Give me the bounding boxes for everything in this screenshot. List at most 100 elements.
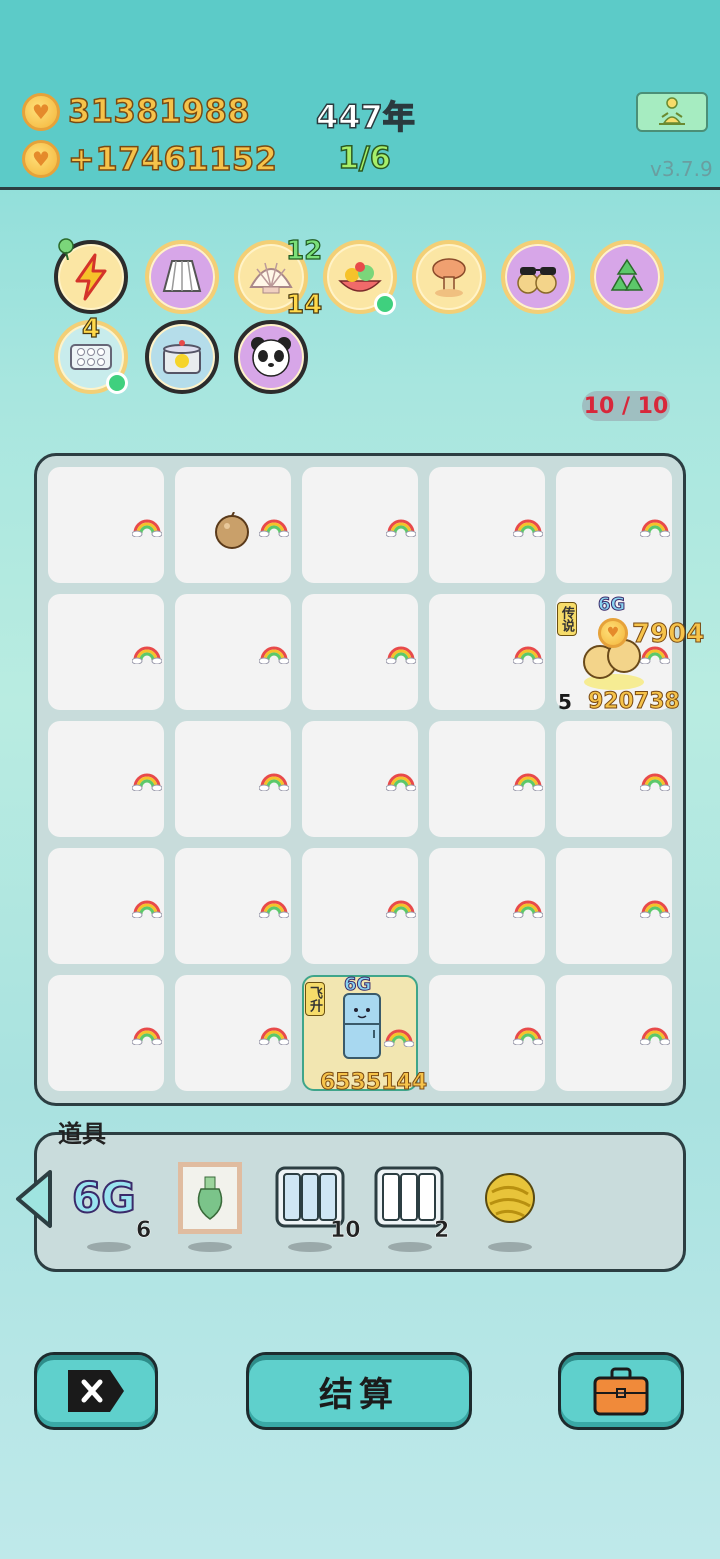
board-cell[interactable]	[429, 721, 545, 837]
rainbow-icon	[131, 515, 163, 538]
coins-total: 31381988	[67, 91, 251, 131]
fridge-value: 6535144	[319, 1070, 428, 1096]
skirt-icon	[162, 260, 202, 292]
delete-icon	[68, 1370, 124, 1412]
mushroom-skill[interactable]	[412, 240, 486, 314]
board-cell[interactable]	[48, 848, 164, 964]
recycle-skill[interactable]	[590, 240, 664, 314]
sunglasses-fruit-icon	[517, 267, 557, 294]
rainbow-icon	[258, 896, 290, 919]
board-cell[interactable]	[429, 594, 545, 710]
income-coin-icon: ♥	[22, 140, 60, 178]
tray-count: 4	[81, 313, 101, 344]
close-button[interactable]	[34, 1352, 158, 1430]
board-cell[interactable]	[556, 467, 672, 583]
board-cell[interactable]	[556, 975, 672, 1091]
6g-item-shadow	[87, 1242, 131, 1252]
recycle-icon	[610, 258, 644, 291]
slots-item-count: 2	[434, 1218, 450, 1244]
legend-level: 5	[558, 690, 572, 714]
rainbow-icon	[258, 642, 290, 665]
pin-icon	[58, 238, 74, 260]
board-capacity-counter: 10 / 10	[582, 391, 670, 421]
shell-bottom-count: 14	[285, 289, 323, 320]
rainbow-icon	[639, 515, 671, 538]
top-bar: ♥ 31381988 ♥ +17461152 447年 1/6 v3.7.9	[0, 0, 720, 190]
board-cell[interactable]	[175, 594, 291, 710]
fridge-icon[interactable]	[338, 992, 386, 1062]
fridge-tag: 飞升	[305, 982, 325, 1016]
income-rate: +17461152	[67, 139, 278, 179]
rainbow-icon	[131, 896, 163, 919]
rainbow-icon	[383, 1025, 415, 1048]
board-cell[interactable]	[429, 467, 545, 583]
rainbow-icon	[385, 642, 417, 665]
board-cell[interactable]	[175, 848, 291, 964]
rainbow-icon	[639, 896, 671, 919]
rainbow-icon	[639, 1023, 671, 1046]
rainbow-icon	[512, 1023, 544, 1046]
version-label: v3.7.9	[650, 157, 713, 181]
briefcase-icon	[593, 1367, 649, 1416]
rainbow-icon	[512, 642, 544, 665]
board-cell[interactable]	[48, 721, 164, 837]
panda-skill[interactable]	[234, 320, 308, 394]
rainbow-icon	[385, 896, 417, 919]
rainbow-icon	[385, 515, 417, 538]
egg-tray-icon	[70, 344, 112, 370]
lightning-icon	[75, 253, 107, 301]
briefcase-button[interactable]	[558, 1352, 684, 1430]
board-cell[interactable]	[429, 975, 545, 1091]
meditate-icon	[659, 97, 685, 125]
stage-progress: 1/6	[337, 140, 391, 177]
year-label: 447年	[315, 97, 415, 137]
rainbow-icon	[258, 1023, 290, 1046]
board-cell[interactable]	[556, 721, 672, 837]
board-cell[interactable]	[302, 721, 418, 837]
rainbow-icon	[258, 515, 290, 538]
board-cell[interactable]	[48, 975, 164, 1091]
rainbow-icon	[512, 515, 544, 538]
6g-item-count: 6	[136, 1218, 152, 1244]
bottles-item-count: 10	[330, 1218, 361, 1244]
slots-item-shadow	[388, 1242, 432, 1252]
rainbow-icon	[385, 769, 417, 792]
rainbow-icon	[639, 769, 671, 792]
gold-orb-item[interactable]	[484, 1172, 536, 1224]
meditate-button[interactable]	[636, 92, 708, 132]
board-cell[interactable]	[175, 721, 291, 837]
legend-tag: 传说	[557, 602, 577, 636]
board-cell[interactable]	[48, 594, 164, 710]
skirt-skill[interactable]	[145, 240, 219, 314]
longan-fruit-icon[interactable]	[213, 512, 251, 550]
scroll-left-arrow-icon[interactable]	[12, 1168, 56, 1230]
6g-item-label: 6G	[71, 1172, 137, 1223]
rainbow-icon	[512, 769, 544, 792]
board-cell[interactable]	[302, 467, 418, 583]
potion-bottle-icon	[197, 1176, 223, 1220]
potion-item-shadow	[188, 1242, 232, 1252]
potion-item[interactable]	[178, 1162, 242, 1234]
fruit-status-dot	[374, 293, 396, 315]
board-cell[interactable]	[429, 848, 545, 964]
items-title: 道具	[58, 1120, 106, 1148]
board-cell[interactable]	[302, 848, 418, 964]
cooking-pot-icon	[163, 340, 201, 374]
rainbow-icon	[131, 1023, 163, 1046]
board-cell[interactable]	[48, 467, 164, 583]
board-cell[interactable]	[175, 975, 291, 1091]
bottles-item-shadow	[288, 1242, 332, 1252]
gold-orb-item-shadow	[488, 1242, 532, 1252]
mushroom-cloud-icon	[432, 258, 466, 297]
sunglasses-skill[interactable]	[501, 240, 575, 314]
board-cell[interactable]	[302, 594, 418, 710]
pot-skill[interactable]	[145, 320, 219, 394]
legend-income: 7904	[631, 619, 705, 650]
settle-button[interactable]: 结算	[246, 1352, 472, 1430]
panda-icon	[251, 337, 291, 377]
board-cell[interactable]	[556, 848, 672, 964]
rainbow-icon	[131, 642, 163, 665]
6g-item[interactable]: 6G	[71, 1172, 150, 1224]
rainbow-icon	[131, 769, 163, 792]
rainbow-icon	[512, 896, 544, 919]
